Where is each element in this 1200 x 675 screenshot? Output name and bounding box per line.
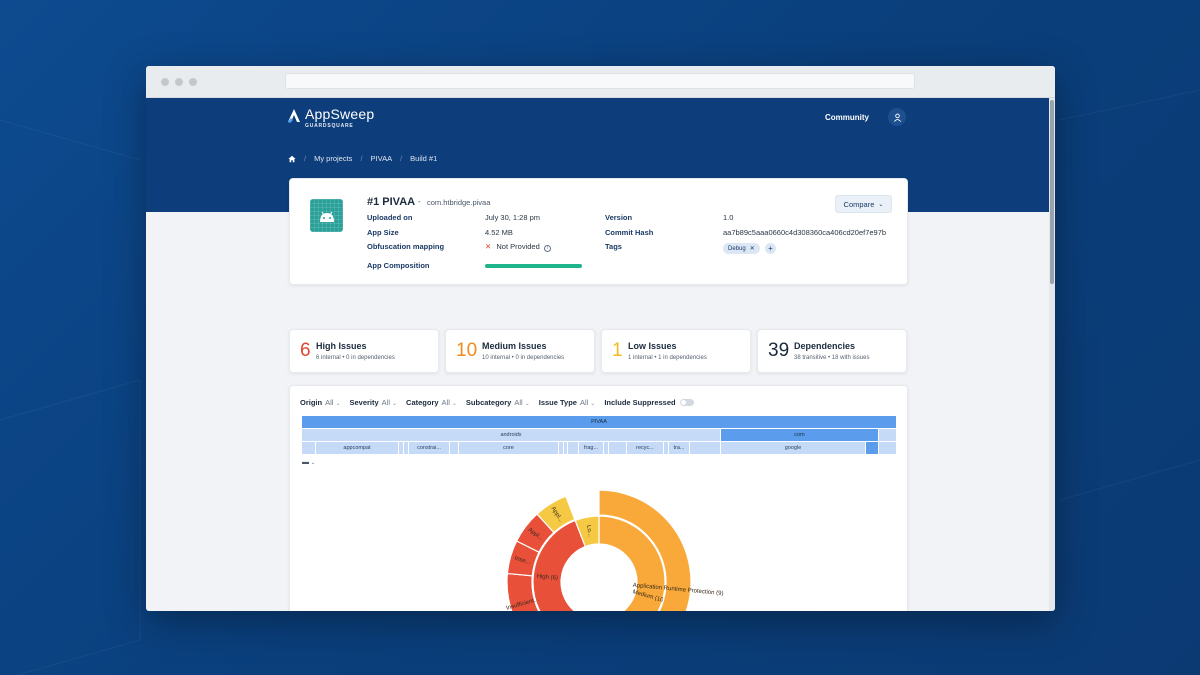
scrollbar-thumb[interactable] [1050,100,1054,284]
app-title: #1 PIVAA [367,196,416,208]
version-value: 1.0 [723,213,734,222]
user-avatar[interactable] [888,108,906,126]
x-icon: ✕ [485,242,492,251]
user-icon [893,113,901,122]
brand-name: AppSweep [305,106,375,122]
uploaded-on-label: Uploaded on [367,213,413,222]
issues-sunburst-chart: Medium (10)High (6)Lo...Application Runt… [506,489,724,611]
stat-card-dependencies[interactable]: 39 Dependencies 38 transitive • 18 with … [757,329,907,373]
composition-label: App Composition [367,261,430,270]
address-bar[interactable] [285,73,915,89]
appsweep-logo-icon [288,109,300,123]
breadcrumb: / My projects / PIVAA / Build #1 [288,154,437,163]
stat-subtitle: 10 internal • 0 in dependencies [482,355,565,361]
stat-subtitle: 6 internal • 0 in dependencies [316,355,395,361]
breadcrumb-separator: / [400,154,403,163]
stat-number: 39 [768,340,790,361]
android-icon [319,211,334,222]
brand-logo[interactable]: AppSweep GUARDSQUARE [287,106,374,129]
stat-title: High Issues [316,341,367,351]
commit-label: Commit Hash [605,228,654,237]
tags-label: Tags [605,242,622,251]
obfuscation-label: Obfuscation mapping [367,242,445,251]
tag-chip[interactable]: Debug ✕ [723,243,760,254]
obfuscation-value: ✕ Not Provided i [485,242,551,252]
app-package: com.htbridge.pivaa [427,198,491,207]
compare-label: Compare [843,199,875,209]
app-size-value: 4.52 MB [485,228,513,237]
title-separator: - [418,197,421,206]
version-label: Version [605,213,633,222]
page-viewport: AppSweep GUARDSQUARE Community / My proj… [146,98,1055,611]
app-info-card: #1 PIVAA - com.htbridge.pivaa Compare ⌄ … [289,178,908,285]
browser-chrome [146,66,1055,98]
stat-title: Dependencies [794,341,856,351]
breadcrumb-separator: / [360,154,363,163]
chevron-down-icon: ⌄ [878,201,884,208]
breadcrumb-project[interactable]: PIVAA [371,154,393,163]
obfuscation-status: Not Provided [496,242,540,251]
stat-title: Medium Issues [482,341,547,351]
home-icon[interactable] [288,155,296,163]
stat-subtitle: 38 transitive • 18 with issues [794,355,870,361]
window-dot-icon[interactable] [175,78,183,86]
tag-label: Debug [728,245,746,252]
android-app-icon [310,199,343,232]
commit-value: aa7b89c5aaa0660c4d308360ca406cd20ef7e97b [723,228,887,237]
window-dot-icon[interactable] [189,78,197,86]
stat-card-medium[interactable]: 10 Medium Issues 10 internal • 0 in depe… [445,329,595,373]
composition-bar[interactable] [485,264,582,268]
close-icon[interactable]: ✕ [750,245,755,252]
stat-card-high[interactable]: 6 High Issues 6 internal • 0 in dependen… [289,329,439,373]
window-dot-icon[interactable] [161,78,169,86]
stat-title: Low Issues [628,341,677,351]
stat-subtitle: 1 internal • 1 in dependencies [628,355,707,361]
stat-number: 1 [612,340,623,361]
stat-number: 10 [456,340,478,361]
app-size-label: App Size [367,228,399,237]
nav-community-link[interactable]: Community [825,113,869,122]
add-tag-button[interactable]: + [765,243,776,254]
stat-number: 6 [300,340,311,361]
breadcrumb-build[interactable]: Build #1 [410,154,437,163]
breadcrumb-my-projects[interactable]: My projects [314,154,352,163]
compare-button[interactable]: Compare ⌄ [835,195,892,213]
browser-window: AppSweep GUARDSQUARE Community / My proj… [146,66,1055,611]
issues-explorer-card: Origin All ⌄ Severity All ⌄ Category All ⌄ Sub… [289,385,908,611]
uploaded-on-value: July 30, 1:28 pm [485,213,541,222]
breadcrumb-separator: / [304,154,307,163]
brand-subtitle: GUARDSQUARE [305,123,354,129]
stat-card-low[interactable]: 1 Low Issues 1 internal • 1 in dependenc… [601,329,751,373]
info-icon[interactable]: i [543,245,551,252]
